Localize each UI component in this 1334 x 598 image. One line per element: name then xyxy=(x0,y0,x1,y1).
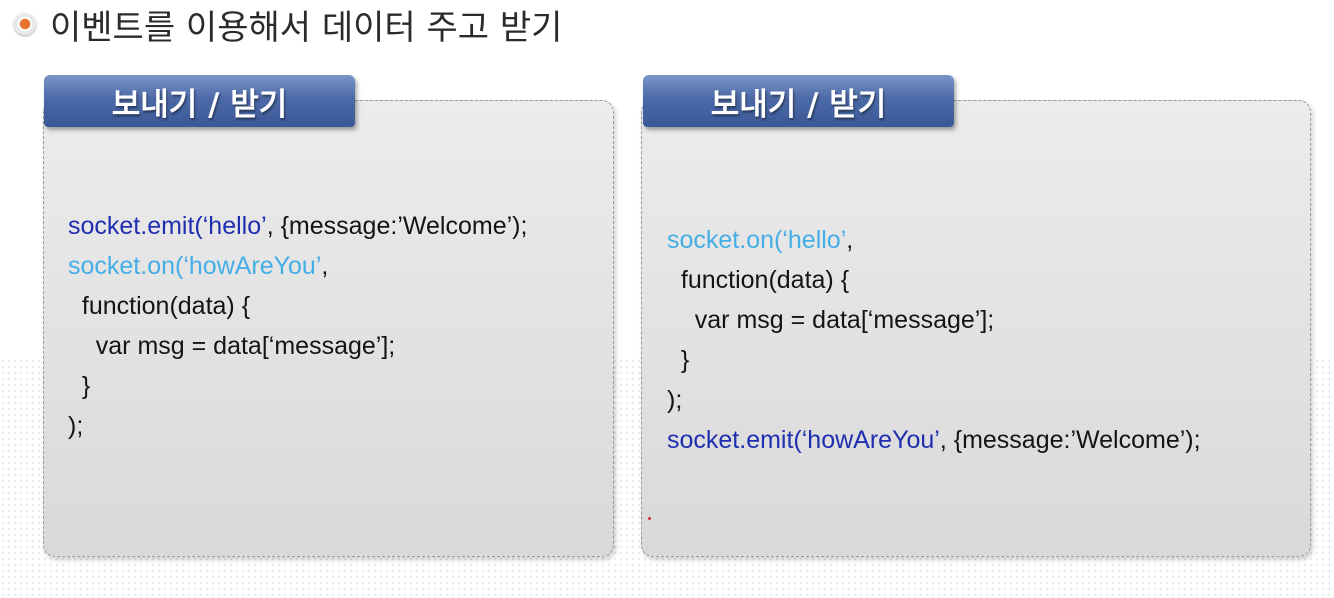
code-token: socket.on(‘hello’ xyxy=(667,226,847,254)
right-tab-label: 보내기 / 받기 xyxy=(710,86,887,123)
slide-heading: 이벤트를 이용해서 데이터 주고 받기 xyxy=(14,2,563,48)
code-token: socket.on(‘howAreYou’ xyxy=(68,252,322,280)
code-token: ); xyxy=(667,386,683,414)
code-line: } xyxy=(68,366,527,406)
code-line: socket.on(‘hello’, xyxy=(667,220,1201,260)
red-dot-mark xyxy=(648,517,651,520)
code-token: socket.emit(‘howAreYou’ xyxy=(667,426,940,454)
code-token: , {message:’Welcome’); xyxy=(266,212,528,240)
code-token: , {message:’Welcome’); xyxy=(939,426,1201,454)
code-line: ); xyxy=(667,380,1201,420)
orange-bullet-icon xyxy=(14,13,36,35)
right-code-block: socket.on(‘hello’, function(data) { var … xyxy=(667,220,1201,460)
code-line: var msg = data[‘message’]; xyxy=(68,326,527,366)
code-token: , xyxy=(321,252,329,280)
right-tab: 보내기 / 받기 xyxy=(643,75,954,127)
code-token: socket.emit(‘hello’ xyxy=(68,212,267,240)
code-line: ); xyxy=(68,406,527,446)
code-token: } xyxy=(667,346,690,374)
code-line: } xyxy=(667,340,1201,380)
code-line: socket.on(‘howAreYou’, xyxy=(68,246,527,286)
code-token: function(data) { xyxy=(68,292,251,320)
left-tab-label: 보내기 / 받기 xyxy=(111,86,288,123)
left-tab: 보내기 / 받기 xyxy=(44,75,355,127)
code-line: function(data) { xyxy=(68,286,527,326)
heading-title: 이벤트를 이용해서 데이터 주고 받기 xyxy=(50,7,563,48)
code-token: function(data) { xyxy=(667,266,850,294)
code-token: var msg = data[‘message’]; xyxy=(667,306,995,334)
code-token: var msg = data[‘message’]; xyxy=(68,332,396,360)
code-line: socket.emit(‘howAreYou’, {message:’Welco… xyxy=(667,420,1201,460)
code-line: socket.emit(‘hello’, {message:’Welcome’)… xyxy=(68,206,527,246)
left-code-block: socket.emit(‘hello’, {message:’Welcome’)… xyxy=(68,206,527,446)
code-token: , xyxy=(846,226,854,254)
code-token: } xyxy=(68,372,91,400)
code-line: function(data) { xyxy=(667,260,1201,300)
code-line: var msg = data[‘message’]; xyxy=(667,300,1201,340)
code-token: ); xyxy=(68,412,84,440)
